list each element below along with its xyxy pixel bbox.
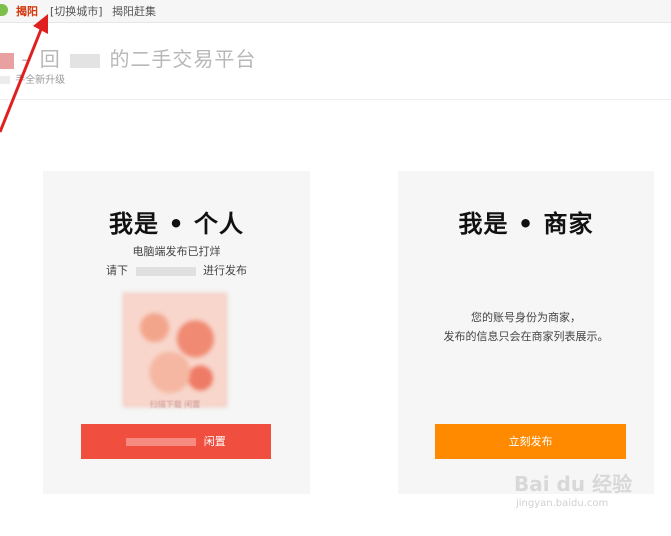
personal-card-instruction: 请下 进行发布 bbox=[43, 262, 310, 278]
merchant-card: 我是 • 商家 您的账号身份为商家， 发布的信息只会在商家列表展示。 立刻发布 bbox=[398, 171, 654, 494]
page-header: – 回 的二手交易平台 手全新升级 bbox=[0, 23, 671, 100]
site-logo-icon bbox=[0, 4, 8, 16]
site-title-suffix: 的二手交易平台 bbox=[109, 47, 257, 71]
instruction-suffix: 进行发布 bbox=[203, 264, 247, 277]
blurred-text bbox=[70, 53, 101, 68]
blurred-logo-mark bbox=[0, 52, 14, 69]
qr-code-image bbox=[123, 293, 227, 407]
city-market-link[interactable]: 揭阳赶集 bbox=[112, 3, 156, 19]
personal-card-notice: 电脑端发布已打烊 bbox=[132, 245, 221, 258]
download-app-button[interactable]: 闲置 bbox=[81, 424, 271, 459]
personal-card-title: 我是 • 个人 bbox=[108, 210, 245, 238]
site-subtitle: 手全新升级 bbox=[0, 71, 65, 86]
switch-city-link[interactable]: [切换城市] bbox=[47, 3, 106, 19]
baidu-jingyan-watermark: Bai du 经验 bbox=[514, 472, 633, 496]
publish-now-button[interactable]: 立刻发布 bbox=[435, 424, 626, 459]
download-app-button-label: 闲置 bbox=[203, 435, 226, 448]
blurred-text bbox=[126, 438, 197, 446]
instruction-prefix: 请下 bbox=[106, 264, 128, 277]
merchant-desc-line2: 发布的信息只会在商家列表展示。 bbox=[443, 330, 609, 343]
blurred-text bbox=[135, 266, 196, 276]
top-bar: 揭阳 [切换城市] 揭阳赶集 bbox=[0, 0, 671, 23]
site-title: – 回 的二手交易平台 bbox=[0, 43, 256, 72]
qr-caption: 扫描下载 闲置 bbox=[149, 400, 201, 409]
current-city: 揭阳 bbox=[16, 5, 38, 18]
site-subtitle-text: 手全新升级 bbox=[15, 75, 66, 86]
site-title-prefix: – 回 bbox=[21, 47, 61, 71]
blurred-text bbox=[0, 76, 10, 84]
merchant-desc-line1: 您的账号身份为商家， bbox=[471, 311, 581, 324]
personal-card: 我是 • 个人 电脑端发布已打烊 请下 进行发布 扫描下载 闲置 闲置 bbox=[43, 171, 310, 494]
merchant-card-title: 我是 • 商家 bbox=[458, 210, 594, 238]
watermark-url: jingyan.baidu.com bbox=[516, 498, 609, 509]
